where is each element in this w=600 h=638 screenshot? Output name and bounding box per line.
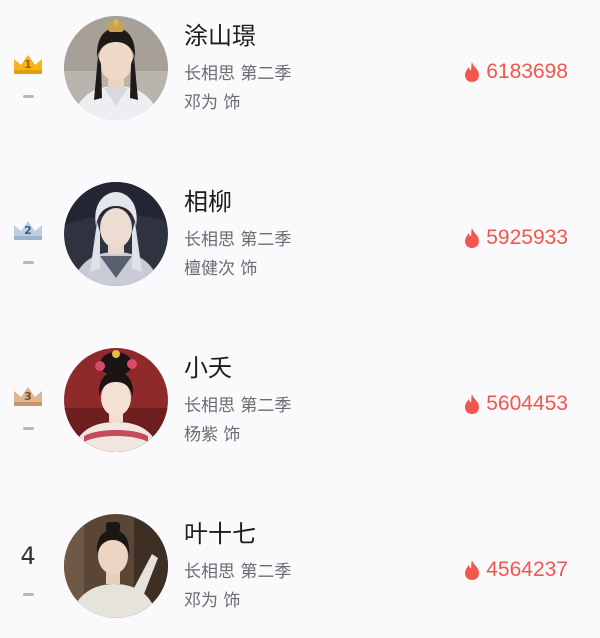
actor-credit: 邓为 饰 xyxy=(184,591,241,611)
silver-crown-icon: 2 xyxy=(8,216,48,242)
actor-credit: 邓为 饰 xyxy=(184,93,241,113)
character-name[interactable]: 叶十七 xyxy=(184,514,256,549)
heat-score: 5925933 xyxy=(464,226,568,250)
rank-indicator: 4 xyxy=(8,542,48,608)
show-title: 长相思 第二季 xyxy=(184,230,292,250)
heat-score: 6183698 xyxy=(464,60,568,84)
flame-icon xyxy=(464,560,480,580)
bronze-crown-icon: 3 xyxy=(8,382,48,408)
avatar[interactable] xyxy=(64,182,168,286)
trend-unchanged-icon xyxy=(23,261,34,264)
rank-number: 4 xyxy=(20,542,36,570)
rank-indicator: 2 xyxy=(8,216,48,276)
character-name[interactable]: 小夭 xyxy=(184,348,232,383)
heat-value: 5604453 xyxy=(486,392,568,415)
ranking-row[interactable]: 2 相柳 长相思 第二季 檀健次 饰 5925933 xyxy=(0,166,600,306)
show-title: 长相思 第二季 xyxy=(184,396,292,416)
flame-icon xyxy=(464,62,480,82)
rank-number: 1 xyxy=(24,58,32,71)
trend-unchanged-icon xyxy=(23,593,34,596)
trend-unchanged-icon xyxy=(23,427,34,430)
rank-number: 3 xyxy=(24,390,32,403)
avatar[interactable] xyxy=(64,348,168,452)
rank-number: 2 xyxy=(24,224,32,237)
heat-score: 5604453 xyxy=(464,392,568,416)
avatar[interactable] xyxy=(64,16,168,120)
gold-crown-icon: 1 xyxy=(8,50,48,76)
actor-credit: 杨紫 饰 xyxy=(184,425,241,445)
rank-indicator: 3 xyxy=(8,382,48,442)
character-name[interactable]: 涂山璟 xyxy=(184,16,256,51)
character-ranking-list: 1 涂山璟 长相思 第二季 邓为 饰 6183698 2 相柳 长相思 第二季 … xyxy=(0,0,600,624)
avatar[interactable] xyxy=(64,514,168,618)
show-title: 长相思 第二季 xyxy=(184,562,292,582)
flame-icon xyxy=(464,394,480,414)
flame-icon xyxy=(464,228,480,248)
heat-value: 5925933 xyxy=(486,226,568,249)
ranking-row[interactable]: 1 涂山璟 长相思 第二季 邓为 饰 6183698 xyxy=(0,0,600,140)
ranking-row[interactable]: 3 小夭 长相思 第二季 杨紫 饰 5604453 xyxy=(0,332,600,472)
heat-value: 4564237 xyxy=(486,558,568,581)
trend-unchanged-icon xyxy=(23,95,34,98)
show-title: 长相思 第二季 xyxy=(184,64,292,84)
rank-indicator: 1 xyxy=(8,50,48,110)
character-name[interactable]: 相柳 xyxy=(184,182,232,217)
ranking-row[interactable]: 4 叶十七 长相思 第二季 邓为 饰 4564237 xyxy=(0,498,600,638)
heat-score: 4564237 xyxy=(464,558,568,582)
actor-credit: 檀健次 饰 xyxy=(184,259,258,279)
heat-value: 6183698 xyxy=(486,60,568,83)
